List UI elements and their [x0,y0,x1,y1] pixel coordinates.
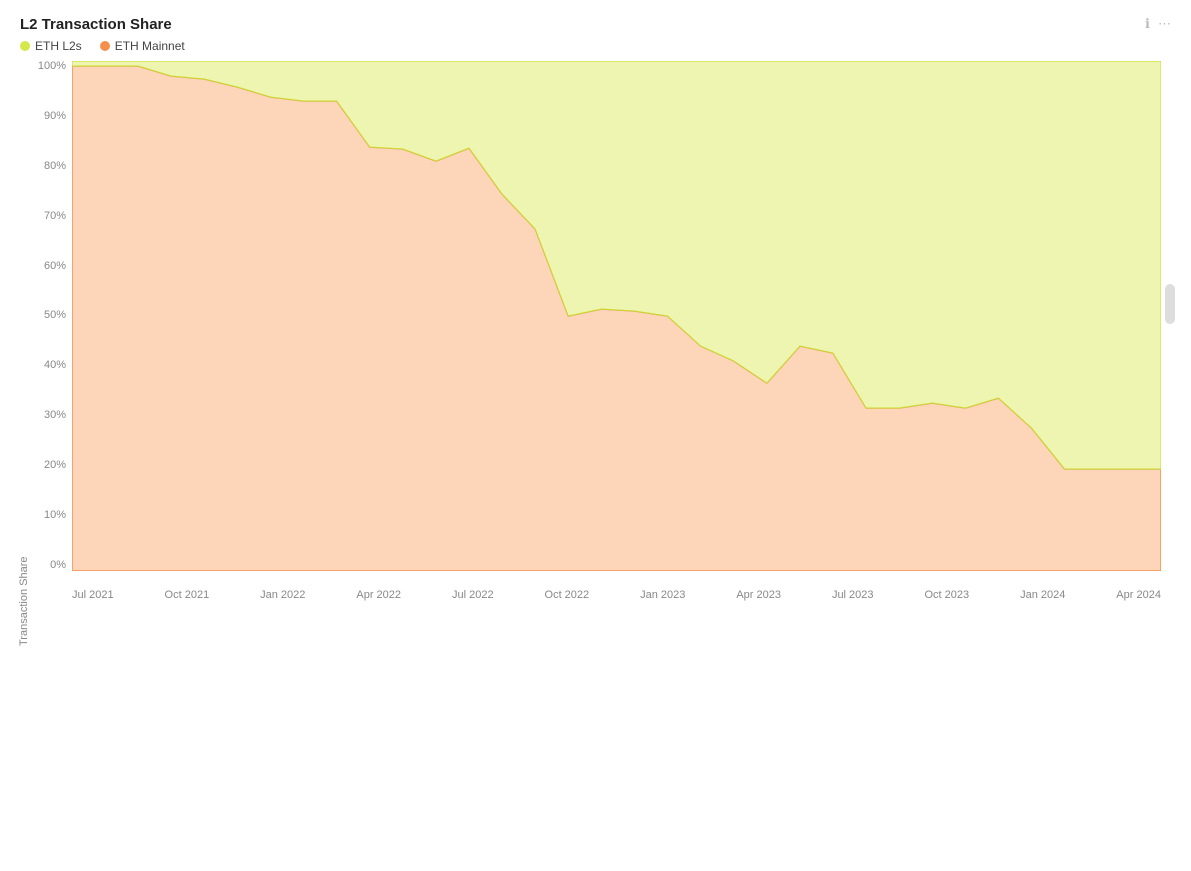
more-icon[interactable]: ⋯ [1158,16,1171,32]
legend-label-eth-l2s: ETH L2s [35,39,82,53]
y-label-60: 60% [44,261,66,272]
x-label-jan2024: Jan 2024 [1020,589,1065,601]
x-label-apr2024: Apr 2024 [1116,589,1161,601]
legend-item-eth-l2s: ETH L2s [20,39,82,53]
legend-item-eth-mainnet: ETH Mainnet [100,39,185,53]
x-axis: Jul 2021 Oct 2021 Jan 2022 Apr 2022 Jul … [72,571,1161,601]
header-icons: ℹ ⋯ [1145,16,1171,32]
y-label-40: 40% [44,360,66,371]
y-label-80: 80% [44,161,66,172]
y-label-10: 10% [44,510,66,521]
x-label-oct2023: Oct 2023 [924,589,969,601]
y-label-20: 20% [44,460,66,471]
x-label-oct2022: Oct 2022 [545,589,590,601]
info-icon[interactable]: ℹ [1145,16,1150,32]
y-label-0: 0% [50,560,66,571]
chart-header: L2 Transaction Share ℹ ⋯ [20,16,1171,33]
y-label-30: 30% [44,410,66,421]
y-label-100: 100% [38,61,66,72]
legend-label-eth-mainnet: ETH Mainnet [115,39,185,53]
legend-dot-eth-mainnet [100,41,110,51]
chart-inner: IntoTheBlock IntoTheBlock [72,61,1161,571]
scroll-indicator[interactable] [1165,284,1175,324]
chart-area: Transaction Share 100% 90% 80% 70% 60% 5… [20,61,1171,601]
x-label-oct2021: Oct 2021 [165,589,210,601]
chart-container: L2 Transaction Share ℹ ⋯ ETH L2s ETH Mai… [0,0,1191,655]
x-label-jul2022: Jul 2022 [452,589,494,601]
y-label-90: 90% [44,111,66,122]
y-axis: 100% 90% 80% 70% 60% 50% 40% 30% 20% 10%… [20,61,72,571]
x-label-jan2022: Jan 2022 [260,589,305,601]
y-label-70: 70% [44,211,66,222]
x-label-apr2022: Apr 2022 [356,589,401,601]
legend: ETH L2s ETH Mainnet [20,39,1171,53]
x-label-jul2023: Jul 2023 [832,589,874,601]
x-label-apr2023: Apr 2023 [736,589,781,601]
chart-title: L2 Transaction Share [20,16,172,33]
chart-svg [72,61,1161,571]
x-label-jan2023: Jan 2023 [640,589,685,601]
legend-dot-eth-l2s [20,41,30,51]
y-label-50: 50% [44,310,66,321]
x-label-jul2021: Jul 2021 [72,589,114,601]
